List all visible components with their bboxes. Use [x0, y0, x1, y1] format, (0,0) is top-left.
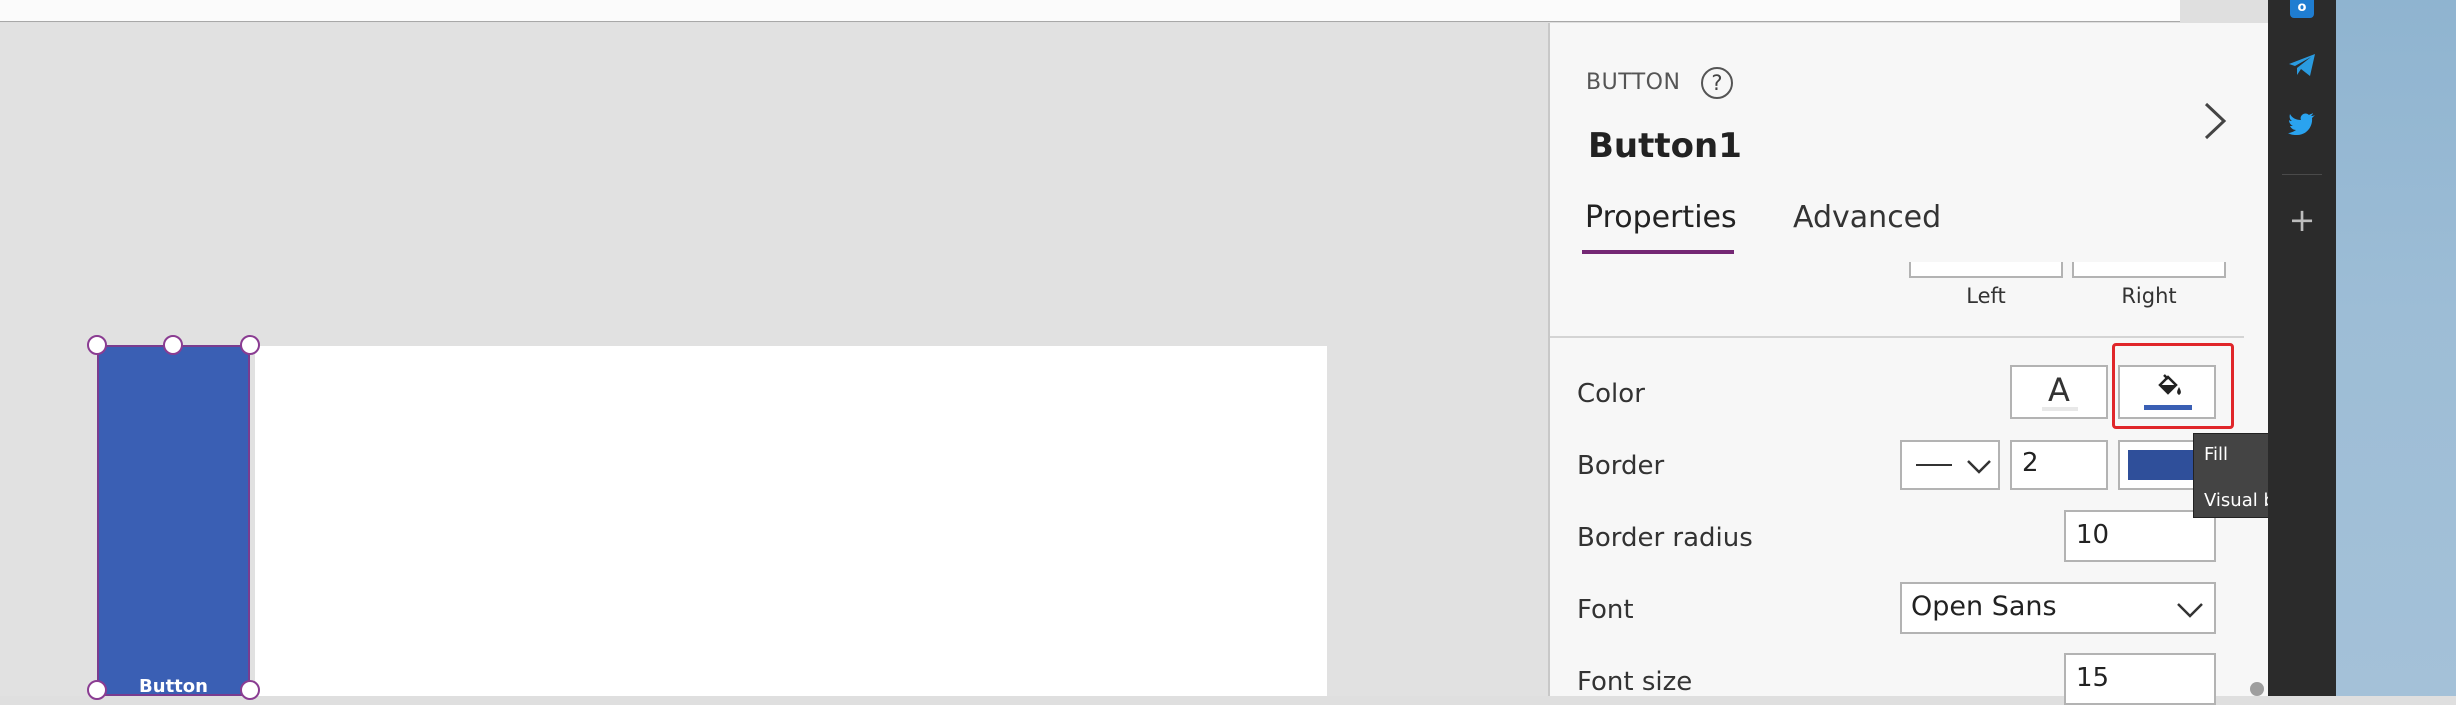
font-label: Font — [1577, 595, 1634, 625]
chevron-down-icon — [2177, 603, 2203, 618]
selected-button-control[interactable] — [97, 345, 250, 696]
collapse-panel-button[interactable] — [2200, 96, 2230, 146]
color-label: Color — [1577, 379, 1645, 409]
font-size-input[interactable]: 15 — [2064, 653, 2216, 705]
panel-scrollbar-thumb[interactable] — [2250, 682, 2264, 696]
help-icon[interactable]: ? — [1701, 67, 1733, 99]
padding-right-input[interactable] — [2072, 262, 2226, 278]
chevron-down-icon — [1967, 460, 1991, 474]
resize-handle-top-right[interactable] — [240, 335, 260, 355]
border-style-dropdown[interactable] — [1900, 440, 2000, 490]
font-dropdown-value: Open Sans — [1911, 591, 2057, 622]
padding-left-input[interactable] — [1909, 262, 2063, 278]
plus-icon[interactable]: + — [2288, 204, 2316, 236]
text-color-icon: A — [2048, 371, 2070, 409]
resize-handle-bottom-left[interactable] — [87, 680, 107, 700]
fill-button-highlight — [2112, 343, 2234, 429]
tab-properties[interactable]: Properties — [1585, 200, 1737, 235]
control-name: Button1 — [1588, 126, 1742, 166]
resize-handle-top-left[interactable] — [87, 335, 107, 355]
app-screen[interactable] — [255, 346, 1327, 696]
tab-properties-underline — [1582, 250, 1734, 254]
text-color-button[interactable]: A — [2010, 365, 2108, 419]
border-width-input[interactable]: 2 — [2010, 440, 2108, 490]
padding-right-label: Right — [2121, 284, 2177, 308]
tooltip-title: Fill — [2204, 444, 2229, 465]
text-color-swatch — [2042, 407, 2078, 411]
border-color-swatch — [2128, 450, 2202, 480]
formula-bar-edge — [0, 0, 2180, 22]
tab-advanced[interactable]: Advanced — [1793, 200, 1941, 235]
control-type-label: BUTTON — [1586, 70, 1681, 95]
font-size-label: Font size — [1577, 667, 1693, 697]
border-label: Border — [1577, 451, 1665, 481]
font-dropdown[interactable]: Open Sans — [1900, 582, 2216, 634]
chevron-right-icon — [2204, 102, 2227, 140]
section-divider — [1550, 336, 2244, 338]
resize-handle-top-center[interactable] — [163, 335, 183, 355]
app-bar-divider — [2282, 174, 2322, 175]
resize-handle-bottom-right[interactable] — [240, 680, 260, 700]
button-control-label: Button — [139, 676, 208, 697]
border-radius-label: Border radius — [1577, 523, 1753, 553]
desktop-background — [2336, 0, 2456, 696]
twitter-icon[interactable] — [2287, 111, 2317, 137]
padding-left-label: Left — [1966, 284, 2006, 308]
border-style-preview — [1916, 464, 1952, 466]
outlook-icon[interactable]: o — [2290, 0, 2314, 18]
telegram-icon[interactable] — [2287, 52, 2317, 78]
side-app-bar — [2268, 0, 2336, 696]
